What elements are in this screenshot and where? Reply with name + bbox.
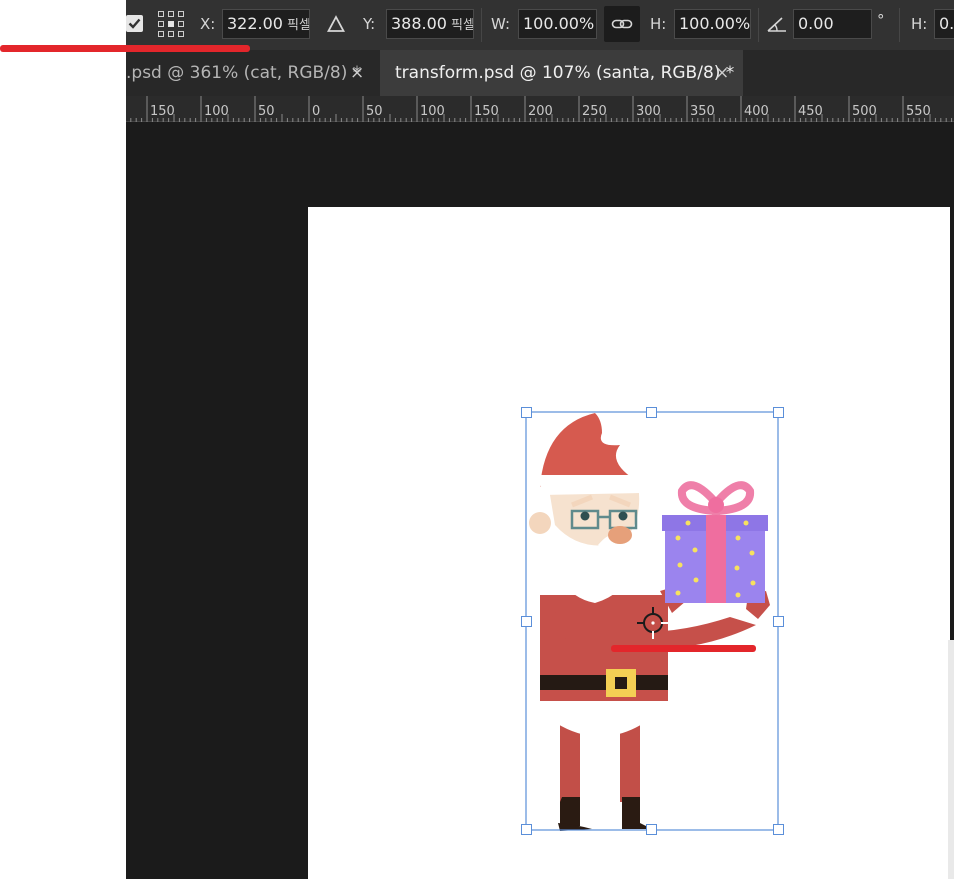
transform-handle-top[interactable]: [646, 407, 657, 418]
transform-handle-right[interactable]: [773, 616, 784, 627]
transform-handle-left[interactable]: [521, 616, 532, 627]
crosshair-icon[interactable]: [634, 604, 674, 644]
transform-bounding-box: [525, 411, 779, 831]
annotation-underline-pivot: [611, 645, 756, 652]
transform-handle-bottom[interactable]: [646, 824, 657, 835]
annotation-underline-position: [0, 45, 250, 52]
transform-handle-bottom-left[interactable]: [521, 824, 532, 835]
transform-handle-top-right[interactable]: [773, 407, 784, 418]
transform-handle-top-left[interactable]: [521, 407, 532, 418]
transform-handle-bottom-right[interactable]: [773, 824, 784, 835]
